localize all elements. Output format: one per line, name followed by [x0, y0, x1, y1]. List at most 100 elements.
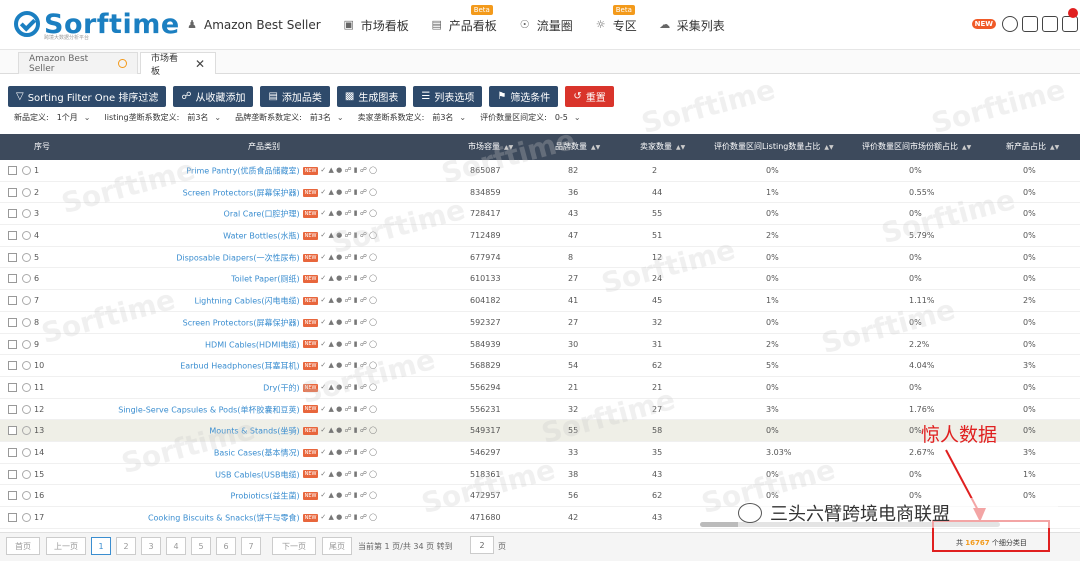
view-icon[interactable] [22, 339, 31, 349]
nav-collection-list[interactable]: ☁ 采集列表 [659, 17, 725, 34]
table-row[interactable]: 11 Dry(干的) NEW ✓ ▲ ● ☍ ▮ ☍ ◯ 556294 21 21 0% 0% 0… [0, 377, 1080, 399]
col-category[interactable]: 产品类别 [248, 134, 280, 160]
table-row[interactable]: 9 HDMI Cables(HDMI电缆) NEW ✓ ▲ ● ☍ ▮ ☍ ◯ 5849… [0, 334, 1080, 356]
user-icon[interactable] [1002, 16, 1018, 32]
category-link[interactable]: Single-Serve Capsules & Pods(单杯胶囊和豆荚) [118, 405, 299, 414]
generate-chart-button[interactable]: ▩ 生成图表 [336, 86, 407, 107]
nav-special-zone[interactable]: ☼ 专区 Beta [595, 4, 637, 34]
col-seller-count[interactable]: 卖家数量 ▲▼ [640, 134, 685, 160]
view-icon[interactable] [22, 317, 31, 327]
row-checkbox[interactable] [8, 361, 17, 371]
new-product-definition[interactable]: 新品定义: 1个月 ⌄ [14, 112, 91, 123]
row-checkbox[interactable] [8, 447, 17, 457]
category-link[interactable]: Water Bottles(水瓶) [223, 231, 299, 240]
category-link[interactable]: USB Cables(USB电缆) [215, 470, 300, 479]
brand-monopoly-definition[interactable]: 品牌垄断系数定义: 前3名 ⌄ [235, 112, 344, 123]
page-7-button[interactable]: 7 [241, 537, 261, 555]
action-icons[interactable]: ✓ ▲ ● ☍ ▮ ☍ ◯ [320, 420, 377, 442]
category-link[interactable]: Cooking Biscuits & Snacks(饼干与零食) [148, 513, 300, 522]
action-icons[interactable]: ✓ ▲ ● ☍ ▮ ☍ ◯ [320, 507, 377, 529]
category-link[interactable]: Screen Protectors(屏幕保护器) [183, 188, 300, 197]
nav-market-board[interactable]: ▣ 市场看板 [343, 17, 408, 34]
goto-page-input[interactable]: 2 [470, 536, 494, 554]
table-row[interactable]: 8 Screen Protectors(屏幕保护器) NEW ✓ ▲ ● ☍ ▮ ☍ … [0, 312, 1080, 334]
view-icon[interactable] [22, 361, 31, 371]
col-review-listing-share[interactable]: 评价数量区间Listing数量占比 ▲▼ [714, 134, 834, 160]
list-options-button[interactable]: ☰ 列表选项 [413, 86, 483, 107]
seller-monopoly-definition[interactable]: 卖家垄断系数定义: 前3名 ⌄ [358, 112, 467, 123]
row-checkbox[interactable] [8, 187, 17, 197]
sorting-filter-button[interactable]: ▽ Sorting Filter One 排序过滤 [8, 86, 167, 107]
table-row[interactable]: 2 Screen Protectors(屏幕保护器) NEW ✓ ▲ ● ☍ ▮ ☍ … [0, 182, 1080, 204]
view-icon[interactable] [22, 209, 31, 219]
action-icons[interactable]: ✓ ▲ ● ☍ ▮ ☍ ◯ [320, 312, 377, 334]
listing-monopoly-definition[interactable]: listing垄断系数定义: 前3名 ⌄ [105, 112, 222, 123]
table-row[interactable]: 14 Basic Cases(基本情况) NEW ✓ ▲ ● ☍ ▮ ☍ ◯ 54629… [0, 442, 1080, 464]
view-icon[interactable] [22, 469, 31, 479]
nav-traffic-circle[interactable]: ☉ 流量圈 [519, 17, 573, 34]
table-row[interactable]: 4 Water Bottles(水瓶) NEW ✓ ▲ ● ☍ ▮ ☍ ◯ 712489… [0, 225, 1080, 247]
monitor-icon[interactable] [1042, 16, 1058, 32]
row-checkbox[interactable] [8, 513, 17, 522]
table-row[interactable]: 13 Mounts & Stands(坐骑) NEW ✓ ▲ ● ☍ ▮ ☍ ◯ 549… [0, 420, 1080, 442]
action-icons[interactable]: ✓ ▲ ● ☍ ▮ ☍ ◯ [320, 225, 377, 247]
category-link[interactable]: Toilet Paper(厕纸) [231, 275, 299, 284]
row-checkbox[interactable] [8, 339, 17, 349]
page-3-button[interactable]: 3 [141, 537, 161, 555]
row-checkbox[interactable] [8, 382, 17, 392]
table-row[interactable]: 15 USB Cables(USB电缆) NEW ✓ ▲ ● ☍ ▮ ☍ ◯ 51836… [0, 464, 1080, 486]
action-icons[interactable]: ✓ ▲ ● ☍ ▮ ☍ ◯ [320, 290, 377, 312]
page-2-button[interactable]: 2 [116, 537, 136, 555]
row-checkbox[interactable] [8, 166, 17, 175]
action-icons[interactable]: ✓ ▲ ● ☍ ▮ ☍ ◯ [320, 399, 377, 421]
view-icon[interactable] [22, 491, 31, 501]
page-4-button[interactable]: 4 [166, 537, 186, 555]
row-checkbox[interactable] [8, 252, 17, 262]
home-icon[interactable] [1022, 16, 1038, 32]
view-icon[interactable] [22, 252, 31, 262]
action-icons[interactable]: ✓ ▲ ● ☍ ▮ ☍ ◯ [320, 203, 377, 225]
row-checkbox[interactable] [8, 404, 17, 414]
table-row[interactable]: 10 Earbud Headphones(耳塞耳机) NEW ✓ ▲ ● ☍ ▮ ☍ … [0, 355, 1080, 377]
category-link[interactable]: Lightning Cables(闪电电缆) [195, 296, 300, 305]
col-brand-count[interactable]: 品牌数量 ▲▼ [555, 134, 600, 160]
action-icons[interactable]: ✓ ▲ ● ☍ ▮ ☍ ◯ [320, 182, 377, 204]
table-row[interactable]: 1 Prime Pantry(优质食品储藏室) NEW ✓ ▲ ● ☍ ▮ ☍ ◯ 86… [0, 160, 1080, 182]
page-5-button[interactable]: 5 [191, 537, 211, 555]
nav-amazon-best-seller[interactable]: ♟ Amazon Best Seller [186, 18, 321, 32]
table-row[interactable]: 6 Toilet Paper(厕纸) NEW ✓ ▲ ● ☍ ▮ ☍ ◯ 610133 2… [0, 268, 1080, 291]
view-icon[interactable] [22, 513, 31, 522]
page-6-button[interactable]: 6 [216, 537, 236, 555]
row-checkbox[interactable] [8, 274, 17, 284]
page-1-button[interactable]: 1 [91, 537, 111, 555]
row-checkbox[interactable] [8, 231, 17, 241]
filter-conditions-button[interactable]: ⚑ 筛选条件 [489, 86, 559, 107]
category-link[interactable]: Oral Care(口腔护理) [224, 210, 300, 219]
table-row[interactable]: 5 Disposable Diapers(一次性尿布) NEW ✓ ▲ ● ☍ ▮ ☍… [0, 247, 1080, 269]
table-row[interactable]: 7 Lightning Cables(闪电电缆) NEW ✓ ▲ ● ☍ ▮ ☍ ◯ 6… [0, 290, 1080, 312]
action-icons[interactable]: ✓ ▲ ● ☍ ▮ ☍ ◯ [320, 442, 377, 464]
category-link[interactable]: Disposable Diapers(一次性尿布) [176, 253, 299, 262]
row-checkbox[interactable] [8, 317, 17, 327]
col-index[interactable]: 序号 [34, 134, 50, 160]
reset-button[interactable]: ↺ 重置 [565, 86, 614, 107]
row-checkbox[interactable] [8, 426, 17, 436]
category-link[interactable]: Mounts & Stands(坐骑) [209, 427, 299, 436]
refresh-icon[interactable] [118, 59, 127, 68]
row-checkbox[interactable] [8, 296, 17, 306]
category-link[interactable]: Earbud Headphones(耳塞耳机) [180, 362, 299, 371]
category-link[interactable]: Screen Protectors(屏幕保护器) [183, 318, 300, 327]
row-checkbox[interactable] [8, 209, 17, 219]
col-new-product-share[interactable]: 新产品占比 ▲▼ [1006, 134, 1059, 160]
view-icon[interactable] [22, 447, 31, 457]
close-icon[interactable]: ✕ [195, 57, 205, 71]
brand-logo[interactable]: Sorftime [14, 8, 180, 40]
category-link[interactable]: Probiotics(益生菌) [231, 492, 300, 501]
prev-page-button[interactable]: 上一页 [46, 537, 86, 555]
last-page-button[interactable]: 尾页 [322, 537, 352, 555]
category-link[interactable]: Dry(干的) [263, 383, 299, 392]
col-market-capacity[interactable]: 市场容量 ▲▼ [468, 134, 513, 160]
add-from-favorites-button[interactable]: ☍ 从收藏添加 [173, 86, 254, 107]
action-icons[interactable]: ✓ ▲ ● ☍ ▮ ☍ ◯ [320, 464, 377, 486]
row-checkbox[interactable] [8, 491, 17, 501]
